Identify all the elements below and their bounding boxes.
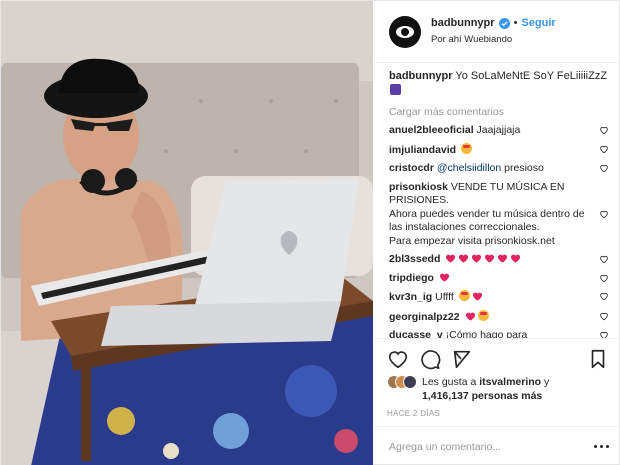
comment-username[interactable]: georginalpz22 [389,311,460,323]
comment-username[interactable]: imjuliandavid [389,144,456,156]
comment-like-icon[interactable] [599,330,609,338]
bookmark-icon[interactable] [587,348,609,370]
comment-like-icon[interactable] [599,273,609,283]
dot [600,445,603,448]
comment-text-line2: Ahora puedes vender tu música dentro de … [389,207,585,234]
comment-like-icon[interactable] [599,163,609,173]
likes-suffix: personas más [471,390,543,402]
post-date: HACE 2 DÍAS [387,409,441,418]
liker-avatars[interactable] [387,375,417,389]
purple-emoji-icon [390,84,401,95]
likes-prefix: Les gusta a [422,376,477,388]
verified-badge-icon [498,17,510,29]
photo-illustration [1,1,373,465]
comment-like-icon[interactable] [599,209,609,219]
caption-text: Yo SoLaMeNtE SoY FeLiiiiiZzZ [455,70,608,82]
caption: badbunnypr Yo SoLaMeNtE SoY FeLiiiiiZzZ [389,69,609,99]
comment-text: Uffff [435,291,454,303]
add-comment-input[interactable] [389,440,594,453]
comment-like-icon[interactable] [599,291,609,301]
liker-username[interactable]: itsvalmerino [479,376,541,388]
comment-like-icon[interactable] [599,254,609,264]
likes-summary: Les gusta a itsvalmerino y 1,416,137 per… [387,375,609,403]
red-heart-emoji-icon [472,292,482,301]
dot [594,445,597,448]
red-heart-emoji-icon [439,273,449,282]
liker-avatar [403,375,417,389]
avatar-pupil [401,27,409,36]
likes-count-link[interactable]: 1,416,137 personas más [422,390,542,402]
comment-item: imjuliandavid [389,142,609,158]
instagram-post: badbunnypr • Seguir Por ahí Wuebiando ba… [0,0,620,465]
comment-text-line3: Para empezar visita prisonkiosk.net [389,234,555,247]
comment-mention-link[interactable]: @chelsiidillon [437,162,501,174]
header-row: badbunnypr • Seguir [431,16,556,30]
post-photo[interactable] [1,1,373,465]
comment-item: ducasse_v ¡Cómo hago para [389,329,609,338]
comment-like-icon[interactable] [599,125,609,135]
red-heart-emoji-icon [446,254,456,263]
comment-username[interactable]: kvr3n_ig [389,291,432,303]
likes-connector: y [544,376,550,388]
add-comment-bar [373,426,619,465]
load-more-comments-link[interactable]: Cargar más comentarios [389,106,609,118]
comment-like-icon[interactable] [599,144,609,154]
action-icons [387,345,609,373]
header-separator: • [513,17,518,29]
post-actions: Les gusta a itsvalmerino y 1,416,137 per… [373,338,619,426]
comment-item: georginalpz22 [389,309,609,325]
comment-username[interactable]: 2bl3ssedd [389,253,440,265]
side-panel: badbunnypr • Seguir Por ahí Wuebiando ba… [373,1,619,465]
post-header: badbunnypr • Seguir Por ahí Wuebiando [373,1,619,63]
face-emoji-icon [477,309,489,321]
red-heart-emoji-icon [485,254,495,263]
comment-text: ¡Cómo hago para [445,329,528,338]
header-username[interactable]: badbunnypr [431,16,495,30]
location-link[interactable]: Por ahí Wuebiando [431,33,556,47]
comment-item: tripdiego [389,272,609,286]
comment-item: 2bl3ssedd [389,253,609,267]
more-options-icon[interactable] [594,445,609,448]
comment-text: Jaajajjaja [476,124,521,136]
face-emoji-icon [461,142,473,154]
follow-button[interactable]: Seguir [521,16,555,30]
comment-item: cristocdr @chelsiidillon presioso [389,162,609,176]
comment-text: presioso [504,162,544,174]
comment-username[interactable]: ducasse_v [389,329,443,338]
heart-outline-icon[interactable] [387,348,409,370]
red-heart-emoji-icon [472,254,482,263]
share-icon[interactable] [451,348,473,370]
comment-username[interactable]: prisonkiosk [389,181,448,193]
comment-item: anuel2bleeoficial Jaajajjaja [389,124,609,138]
header-info: badbunnypr • Seguir Por ahí Wuebiando [431,16,556,47]
dot [606,445,609,448]
comment-like-icon[interactable] [599,311,609,321]
comment-item: prisonkiosk VENDE TU MÚSICA EN PRISIONES… [389,181,609,249]
comment-username[interactable]: tripdiego [389,272,434,284]
likes-text: Les gusta a itsvalmerino y 1,416,137 per… [422,375,549,403]
face-emoji-icon [458,290,470,301]
comments-list[interactable]: badbunnypr Yo SoLaMeNtE SoY FeLiiiiiZzZ … [373,63,619,338]
red-heart-emoji-icon [465,312,475,321]
comment-username[interactable]: cristocdr [389,162,434,174]
comment-item: kvr3n_ig Uffff [389,290,609,305]
comment-icon[interactable] [419,348,441,370]
red-heart-emoji-icon [459,254,469,263]
comment-username[interactable]: anuel2bleeoficial [389,124,474,136]
likes-count: 1,416,137 [422,390,469,402]
avatar[interactable] [389,15,421,48]
caption-username[interactable]: badbunnypr [389,70,453,82]
red-heart-emoji-icon [498,254,508,263]
red-heart-emoji-icon [511,254,521,263]
